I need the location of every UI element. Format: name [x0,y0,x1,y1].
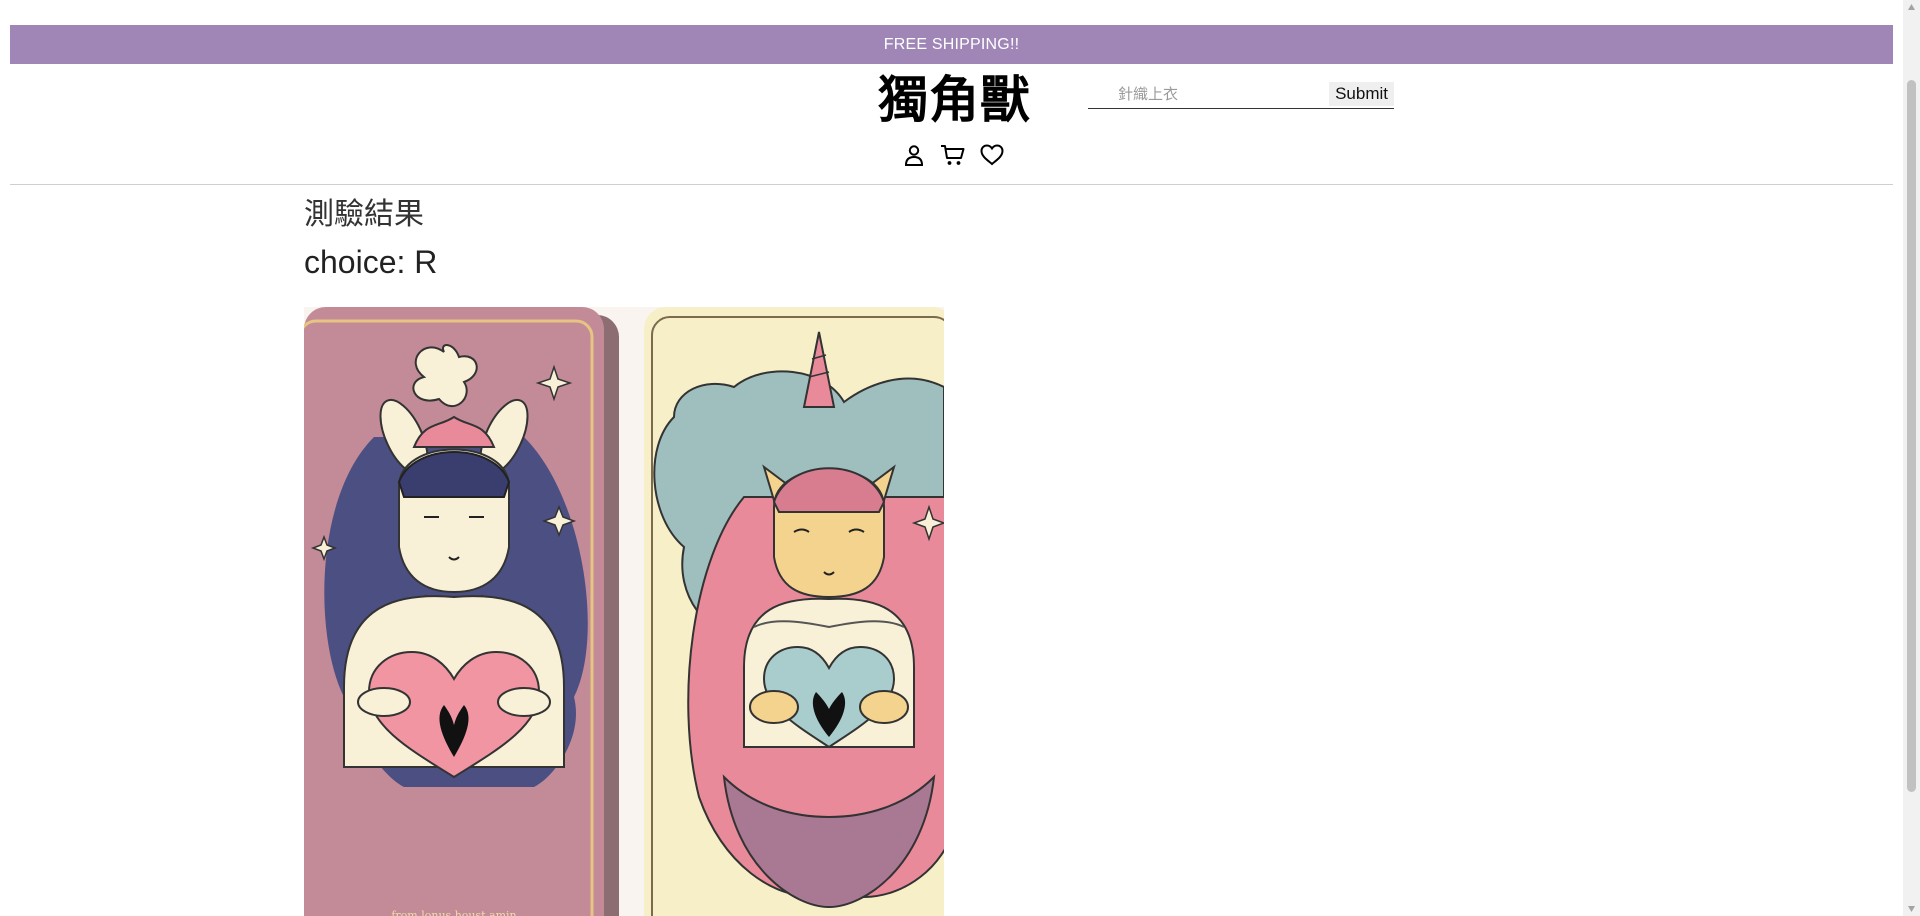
page-content: FREE SHIPPING!! 獨角獸 Submit [10,25,1893,185]
header-icons [900,141,1006,169]
promo-banner-text: FREE SHIPPING!! [883,35,1020,53]
page-title: 測驗結果 [304,197,424,232]
page-scrollbar[interactable] [1903,0,1920,916]
heart-icon[interactable] [978,141,1006,169]
site-header: 獨角獸 Submit [10,64,1893,185]
user-icon[interactable] [900,141,928,169]
scroll-up-icon[interactable] [1907,2,1916,12]
result-image: from lonus houst amin [304,307,944,916]
quiz-result-section: 測驗結果 choice: R from lonus houst amin [304,185,944,916]
svg-text:from lonus houst amin: from lonus houst amin [391,909,516,916]
cart-icon[interactable] [939,141,967,169]
promo-banner: FREE SHIPPING!! [10,25,1893,64]
scrollbar-thumb[interactable] [1907,80,1916,792]
search-form: Submit [1088,80,1394,109]
brand-logo[interactable]: 獨角獸 [878,70,1031,130]
tarot-cards-illustration: from lonus houst amin [304,307,944,916]
choice-result: choice: R [304,244,438,280]
submit-button[interactable]: Submit [1329,82,1394,106]
search-input[interactable] [1116,84,1318,104]
page: FREE SHIPPING!! 獨角獸 Submit [0,0,1920,916]
scroll-down-icon[interactable] [1907,904,1916,914]
